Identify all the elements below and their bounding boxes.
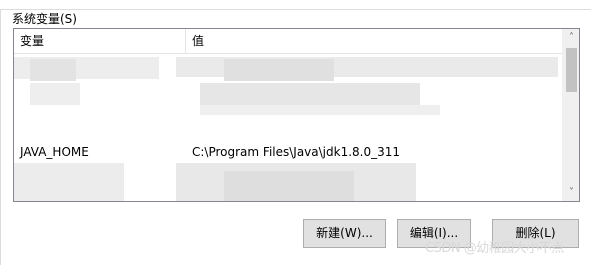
- list-row-java-home[interactable]: JAVA_HOME C:\Program Files\Java\jdk1.8.0…: [14, 141, 562, 163]
- vertical-scrollbar[interactable]: ˄ ˅: [562, 29, 579, 201]
- list-body: JAVA_HOME C:\Program Files\Java\jdk1.8.0…: [14, 53, 562, 201]
- variable-value-cell: C:\Program Files\Java\jdk1.8.0_311: [192, 145, 401, 159]
- scroll-up-arrow-icon[interactable]: ˄: [563, 29, 579, 46]
- variable-name-cell: JAVA_HOME: [20, 145, 89, 159]
- column-header-variable[interactable]: 变量: [14, 29, 186, 53]
- redacted-cell: [200, 83, 420, 105]
- group-title: 系统变量(S): [9, 10, 80, 28]
- column-header-value[interactable]: 值: [186, 29, 562, 53]
- list-header: 变量 值: [14, 29, 562, 54]
- system-variables-list[interactable]: 变量 值 JAVA_HOME C:\Program Files\Java\jdk…: [13, 28, 580, 202]
- redacted-cell: [200, 105, 440, 115]
- scroll-down-arrow-icon[interactable]: ˅: [563, 184, 579, 201]
- system-variables-panel: 系统变量(S) 变量 值 JAVA_HOME C:\Program Files\…: [0, 0, 592, 266]
- csdn-watermark: CSDN @幼稚园大小不点: [425, 241, 564, 256]
- new-variable-button[interactable]: 新建(W)...: [303, 219, 386, 248]
- redacted-cell: [14, 163, 124, 201]
- scroll-thumb[interactable]: [566, 48, 577, 92]
- redacted-cell: [224, 59, 334, 81]
- redacted-cell: [30, 83, 80, 105]
- redacted-cell: [30, 59, 76, 81]
- redacted-cell: [224, 171, 354, 201]
